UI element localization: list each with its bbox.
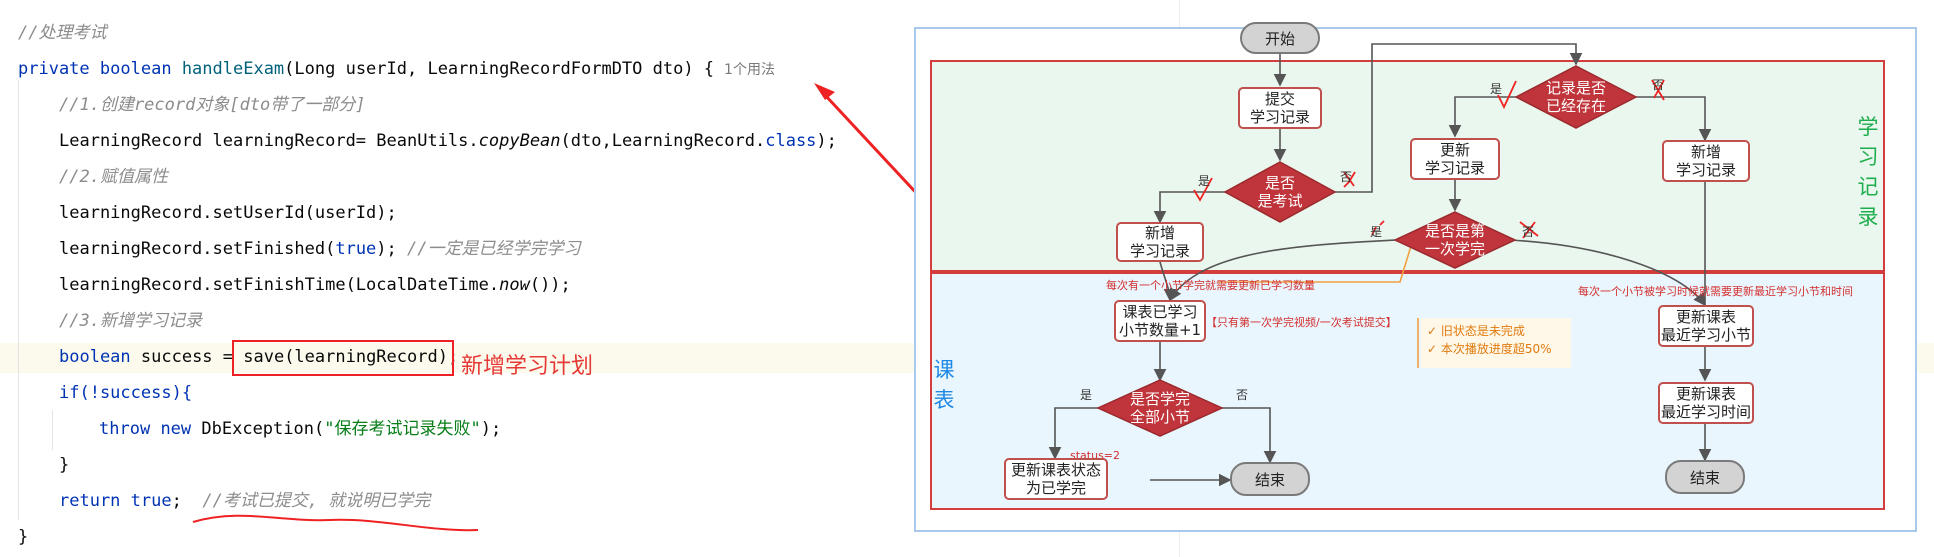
zone-label-course: 课表 (933, 358, 955, 412)
no-label-first: 否 (1522, 225, 1535, 239)
start-node: 开始 (1240, 22, 1320, 54)
conditions-note: ✓ 旧状态是未完成 ✓ 本次播放进度超50% (1421, 318, 1571, 368)
record-exists-label: 记录是否 已经存在 (1545, 79, 1606, 115)
yes-label-exists: 是 (1490, 82, 1503, 96)
update-latest-section-node: 更新课表 最近学习小节 (1658, 305, 1754, 347)
is-exam-label: 是否 是考试 (1257, 174, 1303, 210)
flowchart-connectors (1048, 43, 1712, 487)
yes-label-all: 是 (1080, 388, 1093, 402)
update-status-node: 更新课表状态 为已学完 (1004, 458, 1108, 500)
no-label-all: 否 (1236, 388, 1249, 402)
no-label-exam: 否 (1340, 170, 1353, 184)
end-node-right: 结束 (1665, 460, 1745, 494)
zone-label-study: 学习记录 (1857, 115, 1879, 229)
only-first-note: 【只有第一次学完视频/一次考试提交】 (1206, 316, 1397, 329)
update-latest-time-node: 更新课表 最近学习时间 (1658, 382, 1754, 424)
yes-label-first: 是 (1370, 225, 1383, 239)
course-count-node: 课表已学习 小节数量+1 (1114, 300, 1206, 342)
update-record-node: 更新 学习记录 (1410, 138, 1500, 180)
first-done-label: 是否是第 一次学完 (1424, 222, 1485, 258)
end-node-left: 结束 (1230, 462, 1310, 496)
yes-label-exam: 是 (1198, 174, 1211, 188)
add-record-left-node: 新增 学习记录 (1116, 222, 1204, 262)
condition-1: ✓ 旧状态是未完成 (1427, 324, 1525, 338)
no-label-exists: 否 (1652, 78, 1665, 92)
add-record-right-node: 新增 学习记录 (1662, 140, 1750, 182)
note-right: 每次一个小节被学习时候就需要更新最近学习小节和时间 (1578, 285, 1853, 298)
condition-2: ✓ 本次播放进度超50% (1427, 342, 1552, 356)
note-left: 每次有一个小节学完就需要更新已学习数量 (1106, 279, 1315, 292)
all-done-label: 是否学完 全部小节 (1129, 390, 1190, 426)
submit-record-node: 提交 学习记录 (1238, 87, 1322, 129)
